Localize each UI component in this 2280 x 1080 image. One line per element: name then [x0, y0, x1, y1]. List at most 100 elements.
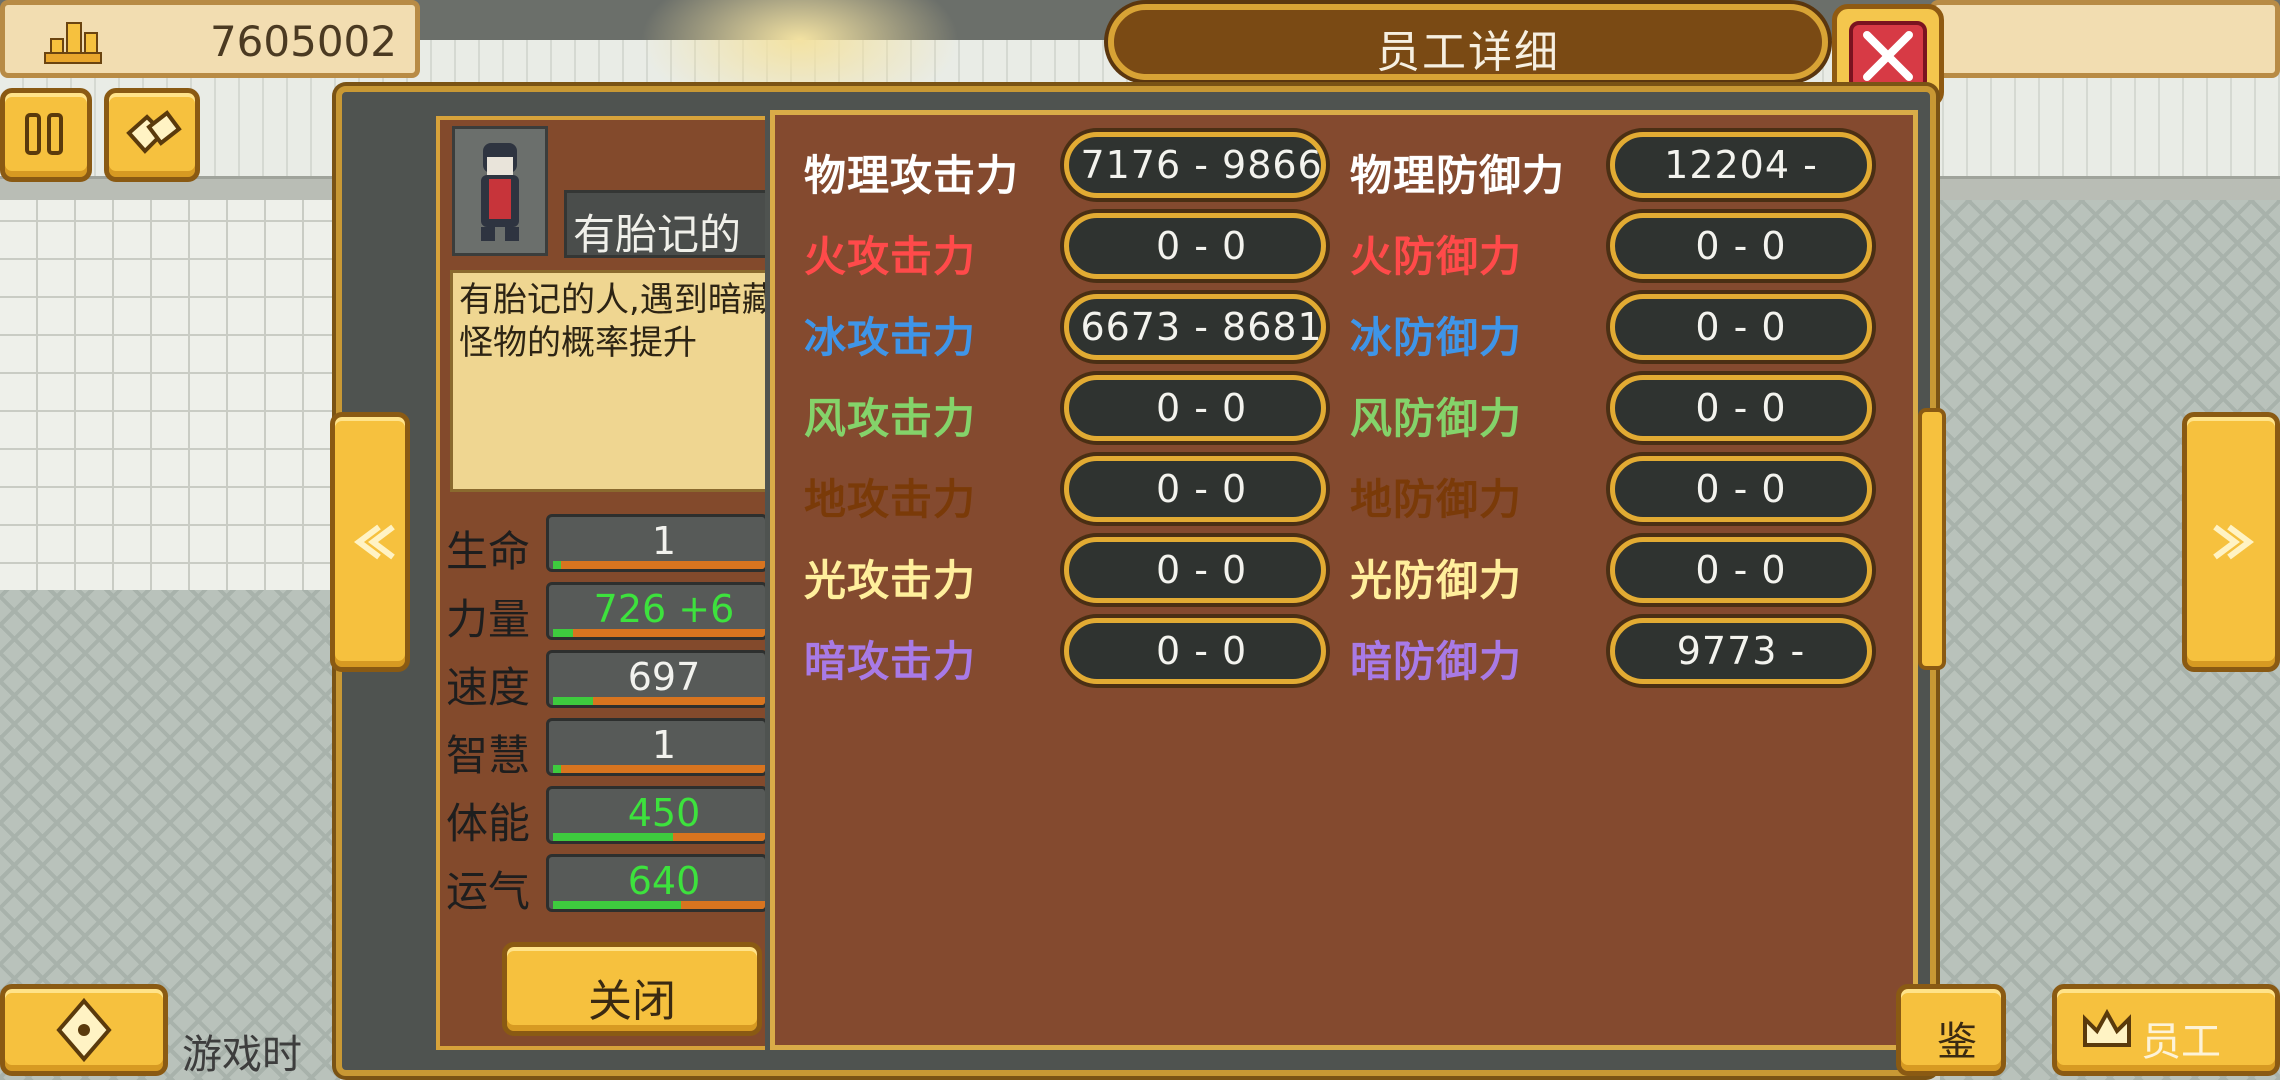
defense-value-pill: 0 - 0 [1610, 294, 1872, 360]
stat-progress-fill [553, 833, 673, 841]
stat-progress-fill [553, 765, 561, 773]
defense-value-pill: 12204 - [1610, 132, 1872, 198]
defense-label: 暗防御力 [1350, 637, 1523, 686]
stat-label: 智慧 [446, 731, 531, 780]
stat-label: 速度 [446, 663, 531, 712]
currency-value: 7605002 [209, 17, 397, 66]
staff-button[interactable]: 员工 [2052, 984, 2280, 1076]
stat-label: 体能 [446, 799, 531, 848]
window-title-bar: 员工详细 [1108, 4, 1828, 80]
stat-value: 1 [651, 723, 677, 767]
attack-value: 0 - 0 [1155, 548, 1248, 592]
attack-label: 暗攻击力 [804, 637, 977, 686]
crown-icon [2083, 1008, 2131, 1047]
dictionary-button[interactable]: 鉴 [1896, 984, 2006, 1076]
defense-label: 火防御力 [1350, 232, 1523, 281]
defense-value: 12204 - [1664, 143, 1818, 187]
defense-value: 0 - 0 [1695, 305, 1787, 349]
attack-value: 0 - 0 [1155, 629, 1248, 673]
employee-description: 有胎记的人,遇到暗藏大怪物的概率提升 [459, 280, 780, 363]
defense-value-pill: 0 - 0 [1610, 375, 1872, 441]
defense-label: 冰防御力 [1350, 313, 1523, 362]
defense-value: 0 - 0 [1695, 386, 1787, 430]
map-button[interactable] [104, 88, 200, 182]
next-panel-edge [1918, 408, 1946, 670]
stat-progress-track [553, 629, 765, 637]
attack-value: 0 - 0 [1155, 467, 1248, 511]
attack-label: 火攻击力 [804, 232, 977, 281]
employee-name-box: 有胎记的 [564, 190, 784, 259]
map-icon [126, 110, 182, 154]
employee-sprite-icon [481, 143, 519, 241]
attack-value-pill: 7176 - 9866 [1064, 132, 1326, 198]
attack-value-pill: 0 - 0 [1064, 537, 1326, 603]
close-button-label: 关闭 [588, 976, 676, 1027]
window-title: 员工详细 [1376, 27, 1560, 78]
attack-value-pill: 0 - 0 [1064, 375, 1326, 441]
stat-bar: 640 [546, 854, 768, 912]
attack-value: 7176 - 9866 [1080, 143, 1323, 187]
defense-value: 0 - 0 [1695, 548, 1787, 592]
defense-label: 风防御力 [1350, 394, 1523, 443]
top-right-bar [1930, 0, 2280, 78]
stat-value: 726 +6 [593, 587, 735, 631]
pause-icon [25, 113, 63, 155]
stat-progress-track [553, 697, 765, 705]
stat-bar: 697 [546, 650, 768, 708]
defense-value-pill: 0 - 0 [1610, 537, 1872, 603]
dictionary-button-label: 鉴 [1937, 1019, 1977, 1065]
attack-value: 6673 - 8681 [1080, 305, 1323, 349]
attack-label: 冰攻击力 [804, 313, 977, 362]
attack-value-pill: 6673 - 8681 [1064, 294, 1326, 360]
stat-progress-fill [553, 697, 593, 705]
attack-label: 地攻击力 [804, 475, 977, 524]
stat-progress-track [553, 901, 765, 909]
building-coins-icon [44, 22, 102, 64]
stat-bar: 450 [546, 786, 768, 844]
defense-value: 0 - 0 [1695, 224, 1787, 268]
double-chevron-right-icon [2213, 524, 2254, 560]
stat-value: 1 [651, 519, 677, 563]
move-button[interactable] [0, 984, 168, 1076]
stat-value: 640 [627, 859, 701, 903]
scene-tile-floor [0, 200, 340, 600]
defense-value: 0 - 0 [1695, 467, 1787, 511]
stat-progress-track [553, 561, 765, 569]
close-icon [1849, 21, 1927, 91]
stat-progress-track [553, 765, 765, 773]
employee-portrait [452, 126, 548, 256]
attack-value-pill: 0 - 0 [1064, 618, 1326, 684]
employee-name: 有胎记的 [573, 210, 742, 259]
stat-label: 力量 [446, 595, 531, 644]
staff-button-label: 员工 [2141, 1019, 2221, 1065]
stat-progress-track [553, 833, 765, 841]
attack-value: 0 - 0 [1155, 224, 1248, 268]
stat-progress-fill [553, 561, 561, 569]
stat-label: 运气 [446, 867, 531, 916]
defense-label: 地防御力 [1350, 475, 1523, 524]
stat-bar: 726 +6 [546, 582, 768, 640]
stat-bar: 1 [546, 514, 768, 572]
attack-value-pill: 0 - 0 [1064, 213, 1326, 279]
employee-description-box: 有胎记的人,遇到暗藏大怪物的概率提升 [450, 270, 780, 492]
stat-label: 生命 [446, 527, 531, 576]
attack-label: 风攻击力 [804, 394, 977, 443]
stat-value: 450 [627, 791, 701, 835]
double-chevron-left-icon [354, 524, 395, 560]
stat-progress-fill [553, 629, 573, 637]
attack-value-pill: 0 - 0 [1064, 456, 1326, 522]
stat-progress-fill [553, 901, 681, 909]
previous-employee-button[interactable] [330, 412, 410, 672]
defense-value-pill: 0 - 0 [1610, 213, 1872, 279]
pause-button[interactable] [0, 88, 92, 182]
defense-value: 9773 - [1676, 629, 1806, 673]
attack-value: 0 - 0 [1155, 386, 1248, 430]
dpad-icon [56, 997, 112, 1063]
attack-label: 物理攻击力 [804, 151, 1020, 200]
defense-value-pill: 0 - 0 [1610, 456, 1872, 522]
next-employee-button[interactable] [2182, 412, 2280, 672]
stat-bar: 1 [546, 718, 768, 776]
attack-label: 光攻击力 [804, 556, 977, 605]
close-button[interactable]: 关闭 [502, 942, 762, 1036]
defense-label: 物理防御力 [1350, 151, 1566, 200]
